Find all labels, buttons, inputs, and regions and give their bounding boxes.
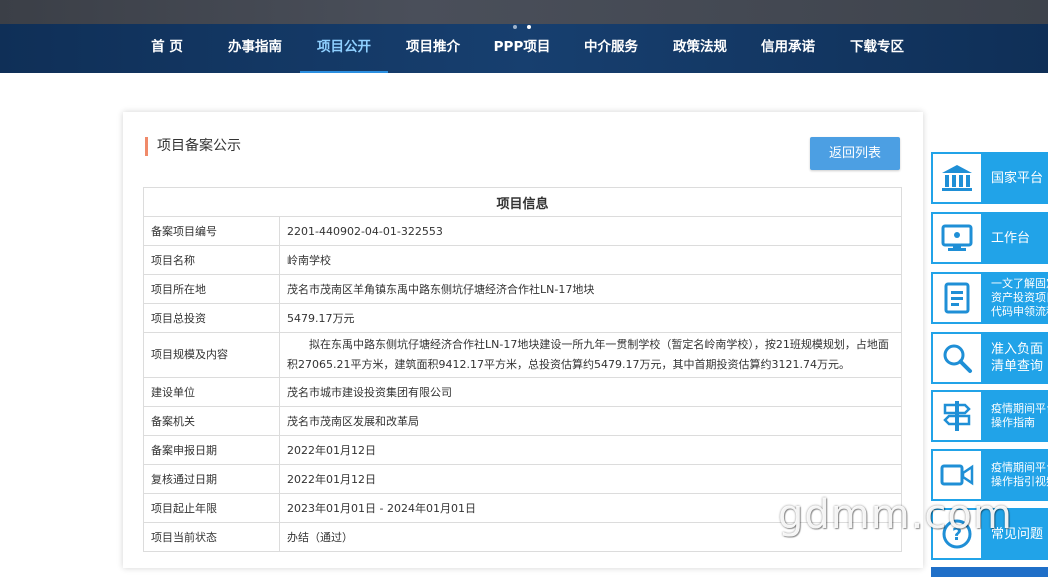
back-to-list-button[interactable]: 返回列表 <box>810 137 900 170</box>
sidebar-item-label: 疫情期间平台 操作指南 <box>991 402 1048 429</box>
sidebar-item-epidemic-guide[interactable]: 疫情期间平台 操作指南 <box>931 390 1048 442</box>
table-row: 备案申报日期 2022年01月12日 <box>143 435 902 465</box>
table-row: 项目所在地 茂名市茂南区羊角镇东禹中路东侧坑仔塘经济合作社LN-17地块 <box>143 274 902 304</box>
table-row: 备案项目编号 2201-440902-04-01-322553 <box>143 216 902 246</box>
row-value: 2022年01月12日 <box>279 435 902 465</box>
row-label: 项目名称 <box>143 245 280 275</box>
row-label: 备案项目编号 <box>143 216 280 246</box>
magnifier-icon <box>933 334 981 382</box>
row-label: 项目当前状态 <box>143 522 280 552</box>
table-row: 复核通过日期 2022年01月12日 <box>143 464 902 494</box>
document-icon <box>933 274 981 322</box>
site-watermark: gdmm.com <box>778 492 1013 538</box>
sidebar-item-label: 一文了解固定 资产投资项目 代码申领流程 <box>991 277 1048 318</box>
row-label: 复核通过日期 <box>143 464 280 494</box>
nav-policy[interactable]: 政策法规 <box>663 24 737 73</box>
row-label: 备案机关 <box>143 406 280 436</box>
row-value: 拟在东禹中路东侧坑仔塘经济合作社LN-17地块建设一所九年一贯制学校（暂定名岭南… <box>279 332 902 378</box>
sidebar-item-partial[interactable] <box>931 567 1048 577</box>
panel-title: 项目备案公示 <box>145 137 241 156</box>
row-label: 建设单位 <box>143 377 280 407</box>
nav-credit[interactable]: 信用承诺 <box>751 24 825 73</box>
row-label: 项目规模及内容 <box>143 332 280 378</box>
row-value: 岭南学校 <box>279 245 902 275</box>
table-row: 项目总投资 5479.17万元 <box>143 303 902 333</box>
sidebar-item-label: 国家平台 <box>991 170 1044 186</box>
row-value: 茂名市茂南区羊角镇东禹中路东侧坑仔塘经济合作社LN-17地块 <box>279 274 902 304</box>
signpost-icon <box>933 392 981 440</box>
row-value: 2022年01月12日 <box>279 464 902 494</box>
row-value: 5479.17万元 <box>279 303 902 333</box>
main-nav: 首 页 办事指南 项目公开 项目推介 PPP项目 中介服务 政策法规 信用承诺 … <box>0 24 1048 73</box>
sidebar-item-workbench[interactable]: 工作台 <box>931 212 1048 264</box>
row-label: 项目所在地 <box>143 274 280 304</box>
sidebar-item-label: 工作台 <box>991 230 1031 246</box>
row-value: 茂名市茂南区发展和改革局 <box>279 406 902 436</box>
table-row: 备案机关 茂名市茂南区发展和改革局 <box>143 406 902 436</box>
nav-download[interactable]: 下载专区 <box>840 24 914 73</box>
bank-icon <box>933 154 981 202</box>
row-value: 茂名市城市建设投资集团有限公司 <box>279 377 902 407</box>
row-label: 备案申报日期 <box>143 435 280 465</box>
nav-home[interactable]: 首 页 <box>140 24 194 73</box>
nav-ppp[interactable]: PPP项目 <box>486 24 558 73</box>
sidebar-item-label: 准入负面 清单查询 <box>991 342 1044 374</box>
row-value: 2201-440902-04-01-322553 <box>279 216 902 246</box>
banner-strip <box>0 0 1048 24</box>
nav-project-promotion[interactable]: 项目推介 <box>396 24 470 73</box>
table-header: 项目信息 <box>143 187 902 217</box>
table-row: 建设单位 茂名市城市建设投资集团有限公司 <box>143 377 902 407</box>
nav-agency[interactable]: 中介服务 <box>574 24 648 73</box>
table-row: 项目名称 岭南学校 <box>143 245 902 275</box>
nav-guide[interactable]: 办事指南 <box>218 24 292 73</box>
sidebar-item-code-guide[interactable]: 一文了解固定 资产投资项目 代码申领流程 <box>931 272 1048 324</box>
row-label: 项目起止年限 <box>143 493 280 523</box>
table-row: 项目规模及内容 拟在东禹中路东侧坑仔塘经济合作社LN-17地块建设一所九年一贯制学… <box>143 332 902 378</box>
computer-icon <box>933 214 981 262</box>
nav-project-public[interactable]: 项目公开 <box>300 24 388 73</box>
sidebar-item-national-platform[interactable]: 国家平台 <box>931 152 1048 204</box>
row-label: 项目总投资 <box>143 303 280 333</box>
sidebar-item-negative-list[interactable]: 准入负面 清单查询 <box>931 332 1048 384</box>
